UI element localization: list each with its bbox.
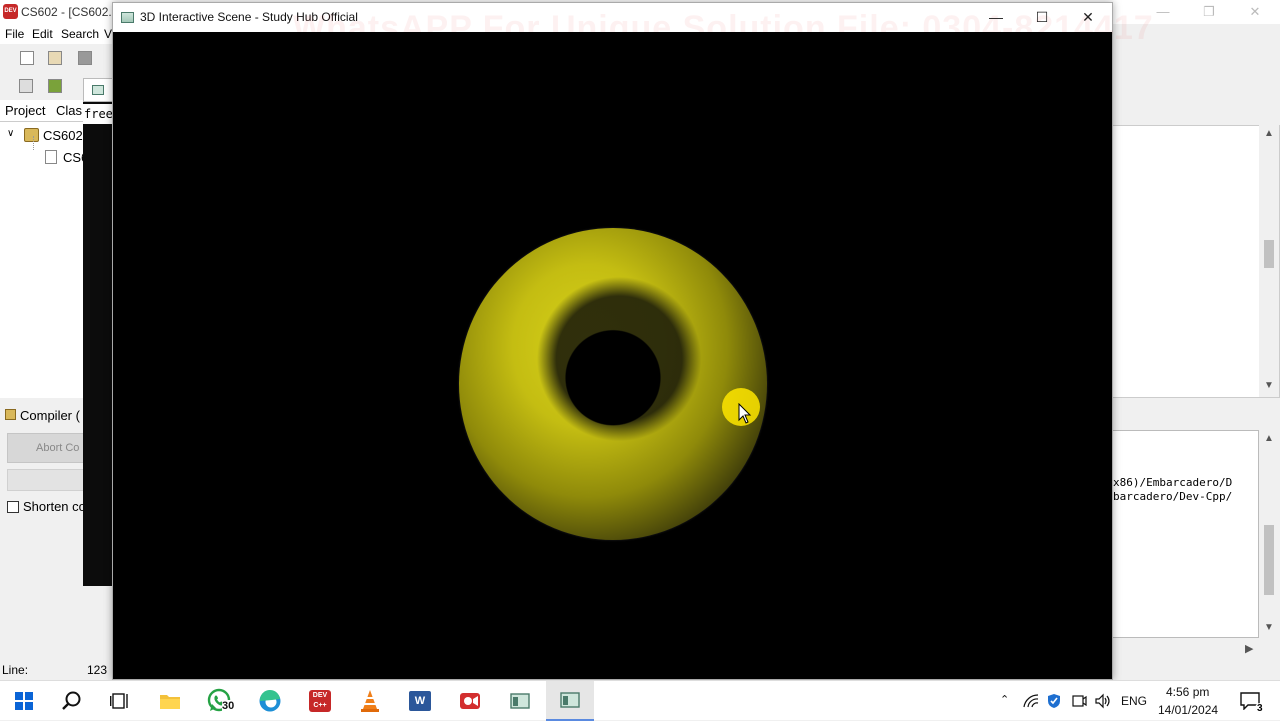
scroll-down-icon[interactable]: ▼ [1264,622,1274,633]
taskbar-vlc[interactable] [346,681,394,721]
opengl-scene-window[interactable]: 3D Interactive Scene - Study Hub Officia… [112,2,1153,680]
ide-close-button[interactable]: ✕ [1232,0,1278,24]
dev-cpp-logo-icon: DEV [3,4,18,19]
save-file-icon[interactable] [78,51,92,65]
render-canvas[interactable] [113,32,1112,679]
indent-icon[interactable] [19,79,33,93]
task-view-button[interactable] [96,681,144,721]
editor-tab-strip [1112,100,1280,125]
compile-icon[interactable] [48,79,62,93]
chevron-down-icon[interactable]: ∨ [7,128,14,139]
taskbar-devcpp[interactable]: DEV C++ [296,681,344,721]
tree-line [33,136,34,150]
log-scrollbar[interactable]: ▲ ▼ [1259,430,1279,638]
whatsapp-badge: 30 [222,700,235,712]
taskbar-edge[interactable] [246,681,294,721]
windows-taskbar: 30 DEV C++ W ⌃ ENG 4:56 pm 14/01/2024 3 [0,680,1280,721]
console-app-icon [92,85,104,95]
scene-titlebar[interactable]: 3D Interactive Scene - Study Hub Officia… [113,3,1153,47]
project-icon [24,128,39,142]
console-titlebar [83,78,113,102]
scene-window-icon [560,692,580,708]
compiler-icon [5,409,16,420]
scroll-up-icon[interactable]: ▲ [1264,433,1274,444]
status-line-value: 123 [87,663,108,677]
word-icon: W [409,691,431,711]
security-shield-icon[interactable] [1047,693,1061,709]
search-icon [62,691,81,710]
meet-now-icon[interactable] [1071,694,1087,708]
yellow-torus[interactable] [459,228,767,540]
scroll-down-icon[interactable]: ▼ [1264,380,1274,391]
edge-browser-icon [259,689,281,712]
notification-count-badge: 3 [1255,703,1265,714]
maximize-button[interactable]: ☐ [1019,3,1065,32]
compiler-secondary-button[interactable] [7,469,87,491]
log-line: x86)/Embarcadero/D [1113,476,1233,489]
scroll-up-icon[interactable]: ▲ [1264,128,1274,139]
notification-center-button[interactable]: 3 [1232,681,1280,721]
shorten-checkbox[interactable] [7,501,19,513]
taskbar-file-explorer[interactable] [146,681,194,721]
menu-search[interactable]: Search [61,27,99,41]
menu-edit[interactable]: Edit [32,27,53,41]
window-app-icon [121,12,134,23]
compiler-tab-label: Compiler ( [20,408,80,423]
volume-icon[interactable] [1094,693,1112,709]
console-window-icon [510,693,530,709]
code-editor[interactable] [1112,125,1280,398]
editor-scrollbar[interactable]: ▲ ▼ [1259,125,1279,397]
compile-log: x86)/Embarcadero/D barcadero/Dev-Cpp/ [1112,430,1259,638]
console-window [83,78,113,586]
ide-title: CS602 - [CS602.d [21,5,119,19]
menu-view[interactable]: V [104,27,112,41]
wifi-icon[interactable] [1023,694,1039,708]
show-hidden-icons-chevron-icon[interactable]: ⌃ [1000,693,1009,706]
scroll-right-icon[interactable]: ▶ [1245,642,1253,655]
open-file-icon[interactable] [48,51,62,65]
project-tree: ∨ CS602 CS6 [0,122,88,398]
taskbar-console-window[interactable] [496,681,544,721]
close-button[interactable]: ✕ [1065,3,1111,32]
task-view-icon [110,693,128,709]
menu-file[interactable]: File [5,27,24,41]
screen-recorder-icon [460,693,480,709]
shorten-paths-option[interactable]: Shorten co [7,499,86,514]
taskbar-word[interactable]: W [396,681,444,721]
taskbar-whatsapp[interactable]: 30 [196,681,244,721]
clock-time[interactable]: 4:56 pm [1166,685,1209,699]
tab-classes[interactable]: Clas [56,103,82,118]
search-button[interactable] [48,681,96,721]
console-text: free [83,104,113,124]
ide-restore-button[interactable]: ❐ [1186,0,1232,24]
clock-date[interactable]: 14/01/2024 [1158,703,1218,717]
vlc-cone-icon [361,690,379,712]
editor-scroll-thumb[interactable] [1264,240,1274,268]
ide-menubar: File Edit Search V [0,24,112,44]
status-line-label: Line: [2,663,29,677]
tree-root-label[interactable]: CS602 [43,128,83,143]
abort-compilation-button[interactable]: Abort Co [7,433,87,463]
taskbar-recorder[interactable] [446,681,494,721]
folder-icon [160,695,180,709]
log-line: barcadero/Dev-Cpp/ [1113,490,1233,503]
file-icon [45,150,57,164]
shorten-label: Shorten co [23,499,86,514]
mouse-cursor-icon [738,403,752,424]
start-button[interactable] [0,681,48,721]
tab-project[interactable]: Project [5,103,45,118]
devcpp-icon: DEV C++ [309,690,331,712]
windows-logo-icon [15,692,33,710]
new-file-icon[interactable] [20,51,34,65]
log-scroll-thumb[interactable] [1264,525,1274,595]
minimize-button[interactable]: — [973,3,1019,32]
taskbar-scene-window[interactable] [546,681,594,721]
language-indicator[interactable]: ENG [1121,694,1147,708]
